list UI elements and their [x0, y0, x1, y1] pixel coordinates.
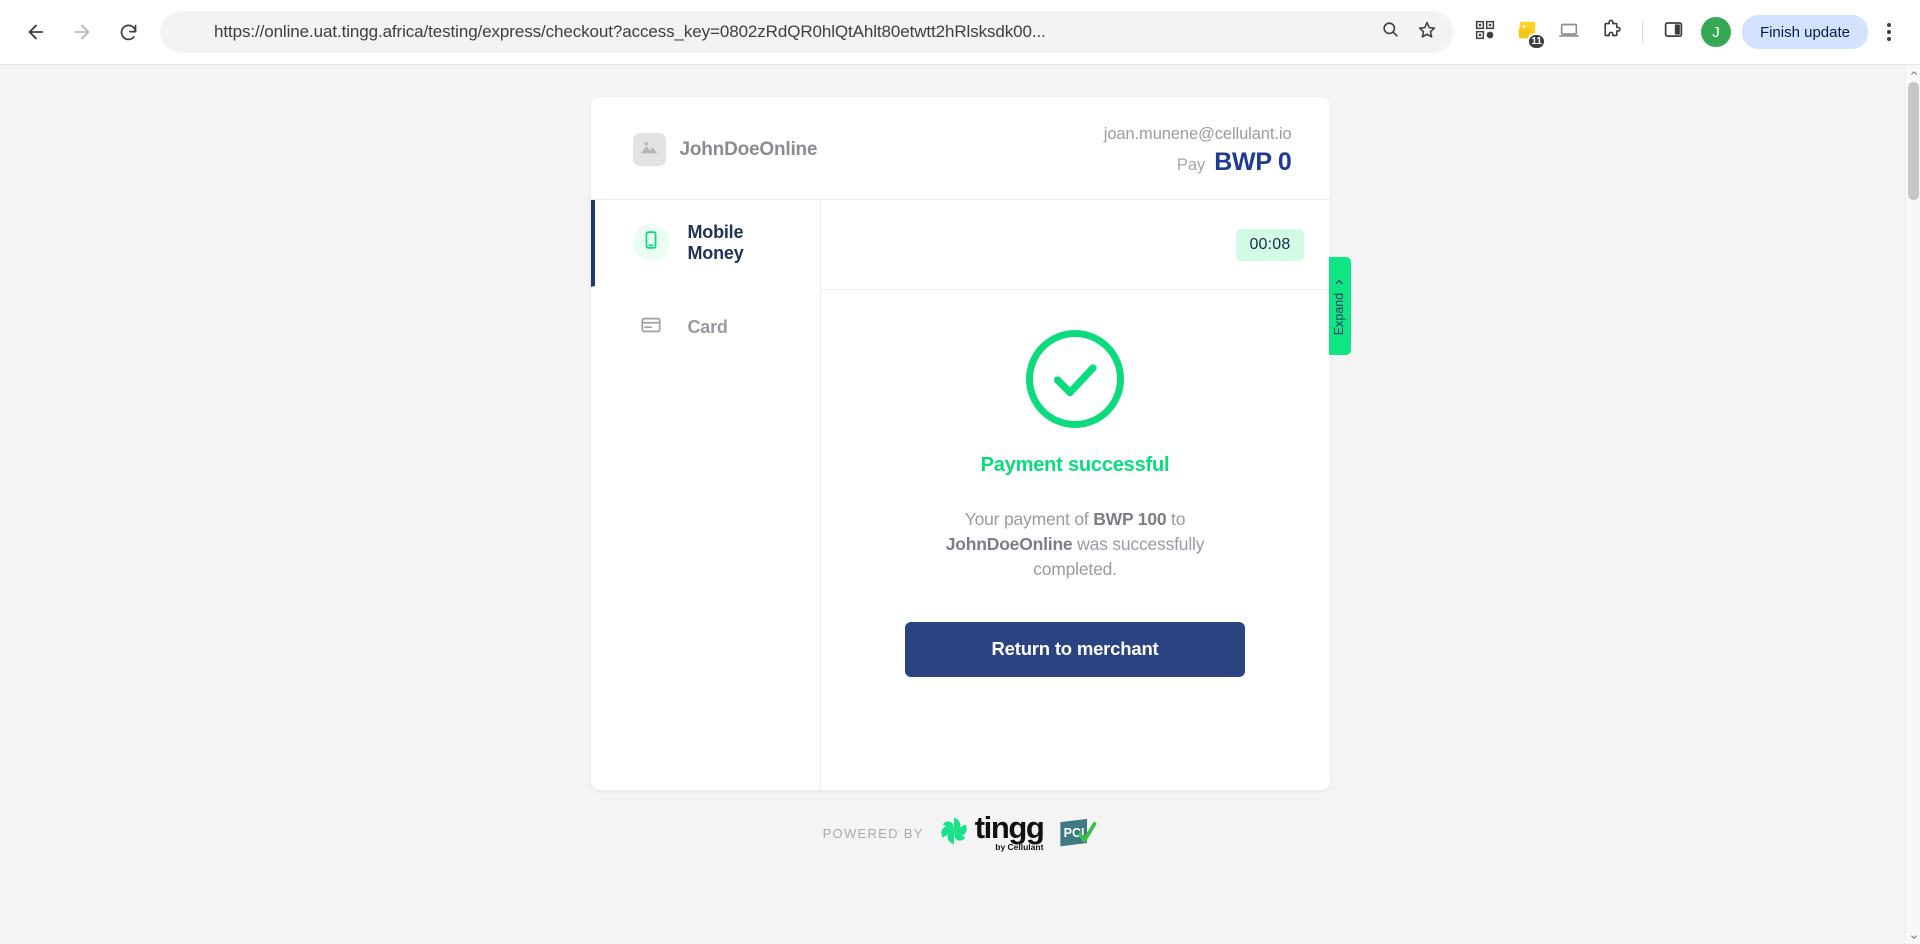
mobile-phone-icon [641, 230, 661, 255]
pay-line: Pay BWP 0 [1104, 148, 1292, 177]
page-viewport: JohnDoeOnline joan.munene@cellulant.io P… [0, 64, 1920, 944]
image-placeholder-icon [638, 136, 660, 163]
payer-email: joan.munene@cellulant.io [1103, 125, 1292, 143]
card-label: Card [687, 316, 728, 337]
success-check-circle-icon [1026, 330, 1124, 428]
side-panel-button[interactable] [1654, 12, 1694, 52]
bookmark-star-icon [1417, 20, 1437, 45]
desc-amount: BWP 100 [1093, 509, 1167, 529]
merchant-name: JohnDoeOnline [679, 138, 818, 160]
three-dot-menu-icon-dot3 [1887, 37, 1891, 41]
toolbar-divider [1641, 21, 1643, 43]
scroll-down-arrow-icon[interactable] [1906, 929, 1920, 944]
merchant-logo [632, 133, 666, 166]
footer: POWERED BY tingg by Cellulant PCI [822, 810, 1098, 853]
tingg-brand-name: tingg [974, 810, 1045, 845]
payment-status-panel: 00:08 Payment successful Your payment of… [820, 200, 1330, 790]
status-description: Your payment of BWP 100 to JohnDoeOnline… [910, 507, 1240, 582]
payment-method-card[interactable]: Card [591, 287, 820, 369]
tingg-wordmark: tingg by Cellulant [974, 810, 1045, 853]
payment-method-label: Card [688, 317, 728, 338]
cast-button[interactable] [1549, 12, 1589, 52]
countdown-timer: 00:08 [1236, 228, 1304, 261]
tingg-tagline: by Cellulant [995, 842, 1044, 853]
qr-code-button[interactable] [1465, 12, 1505, 52]
avatar: J [1700, 17, 1731, 47]
scroll-up-arrow-icon[interactable] [1906, 65, 1920, 80]
success-area: Payment successful Your payment of BWP 1… [821, 290, 1330, 790]
finish-update-button[interactable]: Finish update [1741, 15, 1868, 49]
pay-amount: BWP 0 [1214, 148, 1292, 176]
reload-button[interactable] [106, 10, 150, 54]
expand-label: Expand [1332, 292, 1347, 336]
expand-tab-inner: Expand [1333, 277, 1347, 335]
expand-panel-tab[interactable]: Expand [1328, 257, 1351, 355]
profile-button[interactable]: J [1696, 12, 1736, 52]
back-arrow-icon [25, 21, 47, 43]
desc-part2: to [1166, 509, 1186, 529]
address-bar[interactable]: https://online.uat.tingg.africa/testing/… [162, 11, 1453, 53]
payment-method-label: Mobile Money [688, 222, 744, 264]
page-scrollbar[interactable] [1905, 65, 1920, 944]
page-content: JohnDoeOnline joan.munene@cellulant.io P… [218, 65, 1703, 944]
bookmark-button[interactable] [1409, 14, 1445, 50]
tingg-logo: tingg by Cellulant [938, 810, 1045, 853]
status-title: Payment successful [980, 454, 1170, 476]
extensions-puzzle-icon [1600, 19, 1622, 46]
powered-by-label: POWERED BY [822, 825, 924, 841]
side-panel-icon [1663, 19, 1684, 45]
desc-merchant: JohnDoeOnline [945, 533, 1073, 554]
extension-badge-count: 11 [1527, 33, 1546, 50]
pay-label: Pay [1176, 156, 1206, 174]
mobile-money-label-line2: Money [687, 242, 744, 263]
three-dot-menu-icon-dot2 [1887, 30, 1891, 34]
device-cast-icon [1558, 19, 1580, 46]
credit-card-icon [640, 314, 662, 341]
payment-method-mobile-money[interactable]: Mobile Money [590, 200, 820, 287]
checkout-body: Mobile Money Card 00:08 Payment successf… [590, 200, 1330, 790]
checkout-header: JohnDoeOnline joan.munene@cellulant.io P… [590, 97, 1330, 200]
toolbar-actions: 11 J Finish update [1465, 12, 1906, 52]
sticky-note-extension-button[interactable]: 11 [1507, 12, 1547, 52]
tingg-pinwheel-icon [938, 815, 970, 852]
chevron-right-icon [1335, 277, 1345, 287]
forward-arrow-icon [71, 21, 93, 43]
pci-compliance-badge-icon: PCI [1057, 817, 1097, 849]
url-text[interactable]: https://online.uat.tingg.africa/testing/… [214, 22, 1373, 42]
mobile-money-icon-wrap [632, 224, 670, 262]
qr-code-icon [1475, 20, 1495, 45]
card-icon-wrap [633, 309, 670, 346]
checkout-card: JohnDoeOnline joan.munene@cellulant.io P… [590, 97, 1351, 790]
timer-row: 00:08 [820, 200, 1330, 290]
return-to-merchant-button[interactable]: Return to merchant [905, 621, 1245, 677]
mobile-money-label-line1: Mobile [687, 222, 744, 242]
payment-methods-list: Mobile Money Card [590, 200, 821, 790]
omnibox-leading-spacer [168, 12, 208, 52]
reload-icon [118, 22, 139, 43]
search-magnifier-icon [1381, 20, 1400, 44]
scrollbar-thumb[interactable] [1908, 82, 1919, 200]
three-dot-menu-icon [1887, 23, 1891, 27]
desc-part1: Your payment of [964, 509, 1094, 529]
browser-toolbar: https://online.uat.tingg.africa/testing/… [0, 0, 1920, 64]
forward-button[interactable] [60, 10, 104, 54]
merchant-info: JohnDoeOnline [632, 125, 818, 166]
back-button[interactable] [14, 10, 58, 54]
extensions-button[interactable] [1591, 12, 1631, 52]
omnibox-search-button[interactable] [1373, 14, 1409, 50]
browser-menu-button[interactable] [1872, 12, 1906, 52]
pay-summary: joan.munene@cellulant.io Pay BWP 0 [1104, 125, 1292, 177]
